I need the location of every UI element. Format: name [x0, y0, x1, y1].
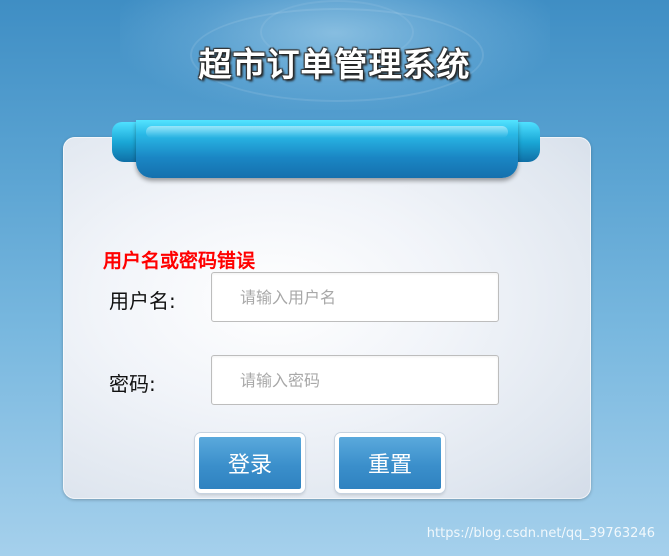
- password-input[interactable]: [211, 355, 499, 405]
- username-input[interactable]: [211, 272, 499, 322]
- password-label: 密码:: [109, 372, 156, 396]
- username-label: 用户名:: [109, 289, 176, 313]
- page-title: 超市订单管理系统: [198, 45, 471, 84]
- login-error-message: 用户名或密码错误: [103, 250, 256, 272]
- panel-ribbon-header: [136, 120, 518, 178]
- watermark-url: https://blog.csdn.net/qq_39763246: [426, 526, 655, 541]
- reset-button[interactable]: 重置: [335, 433, 445, 493]
- login-button[interactable]: 登录: [195, 433, 305, 493]
